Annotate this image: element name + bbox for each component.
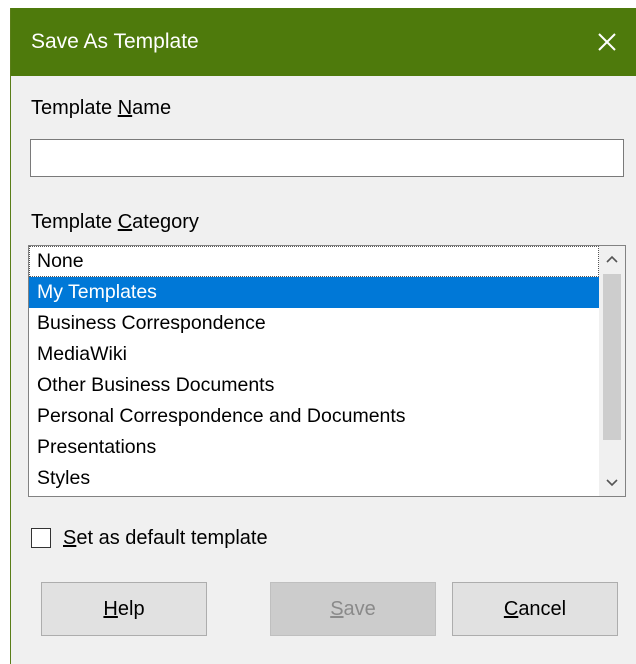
- template-category-label: Template Category: [31, 211, 199, 233]
- chevron-up-icon: [606, 255, 618, 263]
- chevron-down-icon: [606, 479, 618, 487]
- scroll-down-button[interactable]: [599, 470, 625, 496]
- list-item-presentations[interactable]: Presentations: [29, 432, 599, 463]
- list-item-business-correspondence[interactable]: Business Correspondence: [29, 308, 599, 339]
- set-default-checkbox[interactable]: [31, 528, 51, 548]
- list-item-mediawiki[interactable]: MediaWiki: [29, 339, 599, 370]
- template-name-input[interactable]: [30, 139, 624, 177]
- close-icon: [598, 33, 616, 51]
- scroll-up-button[interactable]: [599, 246, 625, 272]
- category-list-items: None My Templates Business Correspondenc…: [29, 246, 599, 496]
- scroll-thumb[interactable]: [603, 274, 621, 440]
- cancel-button[interactable]: Cancel: [452, 582, 618, 636]
- title-bar: Save As Template: [11, 8, 636, 76]
- list-item-my-templates[interactable]: My Templates: [29, 277, 599, 308]
- dialog-title: Save As Template: [31, 30, 199, 53]
- template-name-label: Template Name: [31, 97, 172, 119]
- set-default-label[interactable]: Set as default template: [63, 526, 268, 550]
- save-as-template-dialog: Save As Template Template Name Template …: [10, 8, 636, 664]
- list-item-none[interactable]: None: [29, 246, 599, 277]
- list-item-other-business-documents[interactable]: Other Business Documents: [29, 370, 599, 401]
- template-category-list[interactable]: None My Templates Business Correspondenc…: [28, 245, 626, 497]
- list-item-personal-correspondence[interactable]: Personal Correspondence and Documents: [29, 401, 599, 432]
- help-button[interactable]: Help: [41, 582, 207, 636]
- close-button[interactable]: [577, 8, 636, 76]
- list-scrollbar[interactable]: [599, 246, 625, 496]
- list-item-styles[interactable]: Styles: [29, 463, 599, 494]
- save-button[interactable]: Save: [270, 582, 436, 636]
